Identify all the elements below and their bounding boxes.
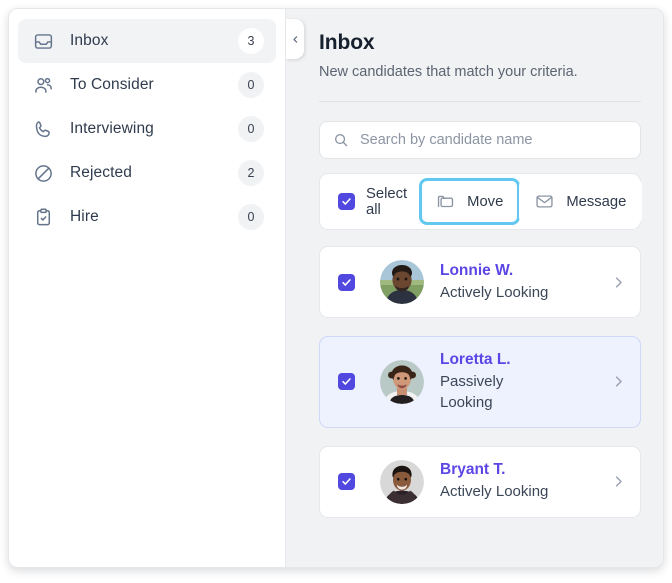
candidate-name[interactable]: Lonnie W. [440, 261, 603, 282]
chevron-right-icon[interactable] [603, 474, 626, 489]
candidate-list: Lonnie W. Actively Looking [319, 246, 641, 518]
candidate-name[interactable]: Loretta L. [440, 350, 603, 371]
candidate-status: Passively Looking [440, 371, 536, 414]
candidate-checkbox[interactable] [338, 373, 355, 390]
candidate-info: Lonnie W. Actively Looking [440, 261, 603, 303]
sidebar-item-label: Interviewing [70, 120, 238, 138]
search-bar[interactable] [319, 121, 641, 159]
candidate-info: Bryant T. Actively Looking [440, 460, 603, 502]
folder-icon [436, 192, 455, 211]
sidebar-item-interviewing[interactable]: Interviewing 0 [18, 107, 276, 151]
select-all-control[interactable]: Select all [338, 186, 420, 218]
header-divider [319, 101, 641, 102]
sidebar-item-label: Inbox [70, 32, 238, 50]
chevron-right-icon[interactable] [603, 275, 626, 290]
message-button[interactable]: Message [519, 179, 642, 224]
people-icon [32, 74, 54, 96]
page-subtitle: New candidates that match your criteria. [319, 64, 641, 80]
clipboard-check-icon [32, 206, 54, 228]
avatar [380, 460, 424, 504]
sidebar-item-label: Hire [70, 208, 238, 226]
candidate-checkbox[interactable] [338, 274, 355, 291]
bulk-action-toolbar: Select all Move Messag [319, 173, 641, 230]
candidate-card[interactable]: Bryant T. Actively Looking [319, 446, 641, 518]
phone-icon [32, 118, 54, 140]
sidebar-item-count: 0 [238, 72, 264, 98]
sidebar-item-inbox[interactable]: Inbox 3 [18, 19, 276, 63]
candidate-card[interactable]: Lonnie W. Actively Looking [319, 246, 641, 318]
no-entry-icon [32, 162, 54, 184]
move-button-label: Move [467, 194, 503, 210]
sidebar-item-count: 3 [238, 28, 264, 54]
sidebar: Inbox 3 To Consider 0 Interviewing [9, 9, 286, 567]
candidate-info: Loretta L. Passively Looking [440, 350, 603, 414]
move-button[interactable]: Move [420, 179, 519, 224]
sidebar-collapse-button[interactable] [286, 19, 304, 59]
message-button-label: Message [566, 194, 626, 210]
candidate-status: Actively Looking [440, 282, 603, 303]
select-all-checkbox[interactable] [338, 193, 355, 210]
sidebar-item-count: 0 [238, 204, 264, 230]
select-all-label: Select all [366, 186, 407, 218]
sidebar-item-count: 2 [238, 160, 264, 186]
candidate-name[interactable]: Bryant T. [440, 460, 603, 481]
sidebar-item-hire[interactable]: Hire 0 [18, 195, 276, 239]
search-input[interactable] [360, 132, 627, 148]
sidebar-item-label: To Consider [70, 76, 238, 94]
avatar [380, 260, 424, 304]
app-window: Inbox 3 To Consider 0 Interviewing [8, 8, 664, 568]
main-panel: Inbox New candidates that match your cri… [286, 9, 663, 567]
search-icon [333, 132, 349, 148]
candidate-card[interactable]: Loretta L. Passively Looking [319, 336, 641, 428]
sidebar-item-to-consider[interactable]: To Consider 0 [18, 63, 276, 107]
chevron-left-icon [291, 35, 300, 44]
page-title: Inbox [319, 31, 641, 55]
sidebar-item-rejected[interactable]: Rejected 2 [18, 151, 276, 195]
candidate-status: Actively Looking [440, 481, 603, 502]
avatar [380, 360, 424, 404]
envelope-icon [535, 192, 554, 211]
candidate-checkbox[interactable] [338, 473, 355, 490]
sidebar-item-label: Rejected [70, 164, 238, 182]
sidebar-item-count: 0 [238, 116, 264, 142]
inbox-icon [32, 30, 54, 52]
chevron-right-icon[interactable] [603, 374, 626, 389]
